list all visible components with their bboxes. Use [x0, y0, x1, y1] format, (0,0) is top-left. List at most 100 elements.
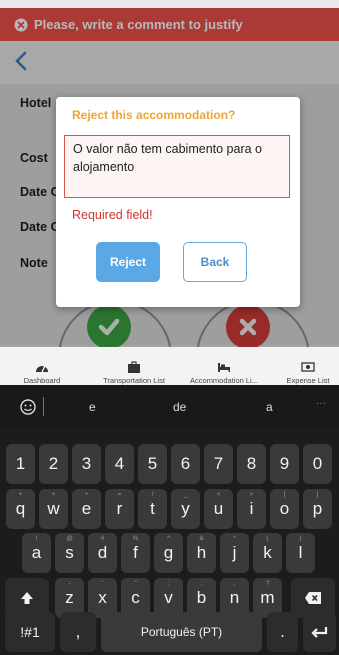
key-c-hint: ": [134, 580, 137, 587]
key-l[interactable]: ) l: [286, 533, 315, 573]
key-s-label: s: [65, 543, 74, 562]
nav-item-transportation[interactable]: Transportation List: [94, 347, 174, 385]
key-s-hint: @: [66, 535, 73, 542]
key-6[interactable]: 6: [171, 444, 200, 484]
key-x-hint: ': [101, 580, 104, 587]
symbols-key-label: !#1: [20, 624, 40, 640]
key-w-label: w: [47, 499, 60, 518]
key-f[interactable]: % f: [121, 533, 150, 573]
key-c-label: c: [131, 588, 140, 607]
key-o-label: o: [279, 499, 290, 518]
key-b-label: b: [196, 588, 207, 607]
key-h[interactable]: & h: [187, 533, 216, 573]
key-3[interactable]: 3: [72, 444, 101, 484]
key-9[interactable]: 9: [270, 444, 299, 484]
space-key[interactable]: Português (PT): [101, 612, 262, 652]
key-l-label: l: [298, 543, 303, 562]
key-j-hint: *: [233, 535, 236, 542]
symbols-key[interactable]: !#1: [5, 612, 55, 652]
emoji-icon[interactable]: [19, 398, 37, 416]
key-r[interactable]: = r: [105, 489, 134, 529]
key-m-label: m: [260, 588, 275, 607]
back-button[interactable]: Back: [183, 242, 247, 282]
nav-label-expense: Expense List: [286, 376, 330, 385]
key-p[interactable]: ] p: [303, 489, 332, 529]
key-x-label: x: [98, 588, 107, 607]
key-k[interactable]: (k: [253, 533, 282, 573]
key-i-hint: >: [249, 491, 254, 498]
key-s[interactable]: @ s: [55, 533, 84, 573]
key-a-hint: !: [35, 535, 38, 542]
period-key[interactable]: .: [267, 612, 298, 652]
reject-dialog: Reject this accommodation? O valor não t…: [56, 97, 300, 307]
period-key-label: .: [280, 622, 285, 641]
key-w-hint: ×: [51, 491, 56, 498]
more-suggestions[interactable]: ···: [316, 398, 326, 409]
key-9-label: 9: [279, 454, 290, 473]
key-f-label: f: [133, 543, 138, 562]
key-7[interactable]: 7: [204, 444, 233, 484]
key-0[interactable]: 0: [303, 444, 332, 484]
key-7-label: 7: [213, 454, 224, 473]
key-e-label: e: [81, 499, 92, 518]
key-h-hint: &: [199, 535, 204, 542]
key-1[interactable]: 1: [6, 444, 35, 484]
comma-key[interactable]: ,: [60, 612, 96, 652]
key-z-hint: -: [68, 580, 71, 587]
nav-label-transportation: Transportation List: [103, 376, 165, 385]
key-5-label: 5: [147, 454, 158, 473]
nav-item-accommodation[interactable]: Accommodation Li...: [182, 347, 266, 385]
key-o[interactable]: [o: [270, 489, 299, 529]
key-i[interactable]: > i: [237, 489, 266, 529]
key-4[interactable]: 4: [105, 444, 134, 484]
nav-item-expense[interactable]: Expense List: [280, 347, 336, 385]
suggestion-3[interactable]: a: [266, 400, 273, 414]
nav-label-dashboard: Dashboard: [23, 376, 61, 385]
key-8[interactable]: 8: [237, 444, 266, 484]
key-i-label: i: [249, 499, 254, 518]
key-0-label: 0: [312, 454, 323, 473]
key-q-label: q: [15, 499, 26, 518]
comma-key-label: ,: [75, 622, 81, 641]
key-6-label: 6: [180, 454, 191, 473]
suggestion-divider: [43, 397, 44, 416]
key-q-hint: +: [18, 491, 23, 498]
key-k-label: k: [263, 543, 272, 562]
key-2[interactable]: 2: [39, 444, 68, 484]
comment-textarea[interactable]: O valor não tem cabimento para o alojame…: [64, 135, 290, 198]
key-m-hint: ?: [265, 580, 270, 587]
key-w[interactable]: × w: [39, 489, 68, 529]
enter-key[interactable]: [303, 612, 336, 652]
key-z-label: z: [65, 588, 74, 607]
key-h-label: h: [196, 543, 207, 562]
key-d[interactable]: # d: [88, 533, 117, 573]
key-d-hint: #: [100, 535, 105, 542]
key-5[interactable]: 5: [138, 444, 167, 484]
dashboard-icon: [36, 365, 48, 373]
key-u-label: u: [213, 499, 224, 518]
suggestion-1[interactable]: e: [89, 400, 96, 414]
reject-button[interactable]: Reject: [96, 242, 160, 282]
key-y[interactable]: _ y: [171, 489, 200, 529]
key-a[interactable]: ! a: [22, 533, 51, 573]
suggestion-bar: e de a ···: [0, 385, 339, 428]
key-k-hint: (: [266, 535, 269, 542]
nav-label-accommodation: Accommodation Li...: [190, 376, 258, 385]
key-4-label: 4: [114, 454, 125, 473]
key-o-hint: [: [283, 491, 286, 498]
key-q[interactable]: + q: [6, 489, 35, 529]
key-y-label: y: [181, 499, 190, 518]
key-b-hint: ;: [200, 580, 203, 587]
key-n-hint: ,: [233, 580, 236, 587]
key-j[interactable]: * j: [220, 533, 249, 573]
shift-arrow-icon: [21, 592, 33, 604]
suggestion-2[interactable]: de: [173, 400, 186, 414]
key-t[interactable]: / t: [138, 489, 167, 529]
briefcase-icon: [128, 361, 140, 373]
key-g[interactable]: ^ g: [154, 533, 183, 573]
key-u[interactable]: < u: [204, 489, 233, 529]
key-e-hint: ÷: [84, 491, 89, 498]
key-e[interactable]: ÷ e: [72, 489, 101, 529]
key-j-label: j: [232, 543, 237, 562]
nav-item-dashboard[interactable]: Dashboard: [8, 347, 76, 385]
